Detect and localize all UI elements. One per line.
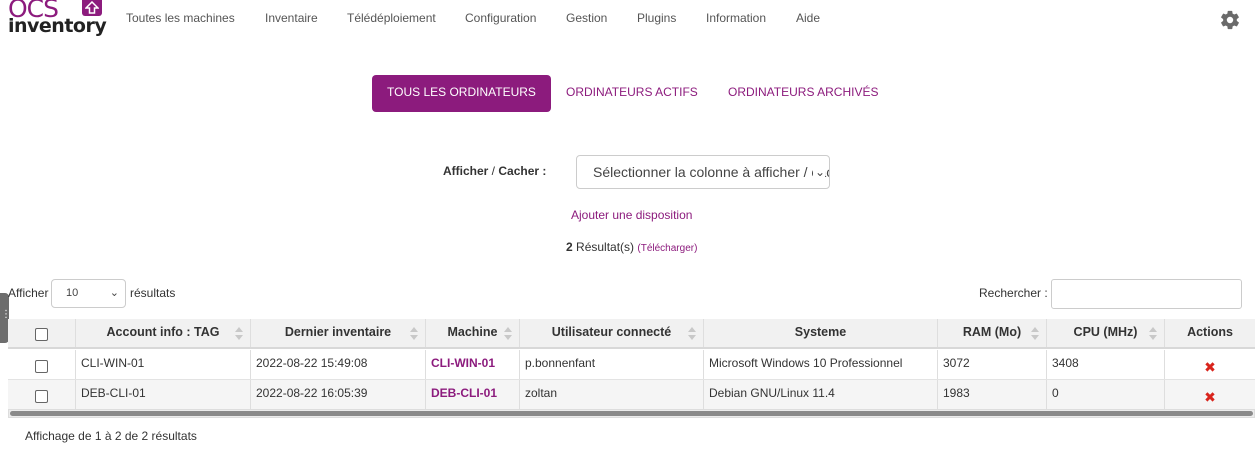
tab-ordinateurs-actifs[interactable]: ORDINATEURS ACTIFS [566,75,698,112]
header-machine[interactable]: Machine [426,319,520,347]
scrollbar-thumb[interactable] [10,411,1253,416]
logo-text-inventory: inventory [8,15,107,37]
nav-toutes-les-machines[interactable]: Toutes les machines [126,11,235,25]
nav-teledeploiement[interactable]: Télédéploiement [347,11,436,25]
cell-last-inventory: 2022-08-22 15:49:08 [251,350,426,379]
select-all-checkbox[interactable] [35,328,48,341]
column-chooser-select[interactable]: Sélectionner la colonne à afficher / cac… [576,155,830,189]
cell-machine: CLI-WIN-01 [426,350,520,379]
header-system[interactable]: Systeme [704,319,938,347]
header-cpu[interactable]: CPU (MHz) [1047,319,1165,347]
horizontal-scrollbar[interactable] [8,409,1255,418]
nav-gestion[interactable]: Gestion [566,11,607,25]
table-header-row: Account info : TAG Dernier inventaire Ma… [8,319,1255,349]
search-input[interactable] [1051,279,1242,309]
row-select-cell [8,380,76,409]
row-select-cell [8,350,76,379]
delete-icon[interactable]: ✖ [1204,384,1216,409]
cell-ram: 1983 [938,380,1047,409]
table-row: CLI-WIN-01 2022-08-22 15:49:08 CLI-WIN-0… [8,350,1255,380]
chevron-down-icon: ⌄ [109,287,119,299]
add-layout-link[interactable]: Ajouter une disposition [571,208,692,222]
row-checkbox[interactable] [35,390,48,403]
cell-tag: CLI-WIN-01 [76,350,251,379]
nav-configuration[interactable]: Configuration [465,11,536,25]
tab-tous-les-ordinateurs[interactable]: TOUS LES ORDINATEURS [372,75,551,112]
nav-information[interactable]: Information [706,11,766,25]
show-hide-label: Afficher / Cacher : [443,164,547,178]
header-account-tag[interactable]: Account info : TAG [76,319,251,347]
delete-icon[interactable]: ✖ [1204,354,1216,379]
length-prefix-label: Afficher [8,286,49,300]
sort-icon [1031,327,1039,340]
header-actions: Actions [1187,325,1233,339]
ocs-inventory-logo[interactable]: OCS inventory [7,0,107,38]
machine-link[interactable]: CLI-WIN-01 [431,356,495,370]
cell-user: zoltan [520,380,704,409]
gear-icon[interactable] [1219,9,1241,31]
page-length-select[interactable]: 10 ⌄ [51,279,126,308]
cell-user: p.bonnenfant [520,350,704,379]
sort-icon [688,327,696,340]
results-number: 2 [566,240,573,254]
results-count: 2 Résultat(s) (Télécharger) [566,240,697,254]
chevron-down-icon: ⌄ [812,156,825,188]
cell-system: Microsoft Windows 10 Professionnel [704,350,938,379]
cell-system: Debian GNU/Linux 11.4 [704,380,938,409]
upload-arrow-icon [82,0,102,16]
cell-cpu: 3408 [1047,350,1165,379]
sort-icon [1149,327,1157,340]
cell-actions: ✖ [1165,350,1255,379]
cell-tag: DEB-CLI-01 [76,380,251,409]
cell-actions: ✖ [1165,380,1255,409]
header-ram[interactable]: RAM (Mo) [938,319,1047,347]
nav-inventaire[interactable]: Inventaire [265,11,318,25]
tab-ordinateurs-archives[interactable]: ORDINATEURS ARCHIVÉS [728,75,878,112]
cell-machine: DEB-CLI-01 [426,380,520,409]
header-connected-user[interactable]: Utilisateur connecté [520,319,704,347]
cell-last-inventory: 2022-08-22 16:05:39 [251,380,426,409]
cell-cpu: 0 [1047,380,1165,409]
header-select-all [8,319,76,347]
row-checkbox[interactable] [35,360,48,373]
nav-aide[interactable]: Aide [796,11,820,25]
table-row: DEB-CLI-01 2022-08-22 16:05:39 DEB-CLI-0… [8,380,1255,409]
top-navbar: OCS inventory Toutes les machines Invent… [0,0,1255,40]
search-label: Rechercher : [979,286,1048,300]
page-length-value: 10 [66,287,79,299]
table-info: Affichage de 1 à 2 de 2 résultats [25,429,197,443]
results-label: Résultat(s) [576,240,635,254]
sort-icon [504,327,512,340]
nav-plugins[interactable]: Plugins [637,11,676,25]
cell-ram: 3072 [938,350,1047,379]
sort-icon [410,327,418,340]
machine-link[interactable]: DEB-CLI-01 [431,386,497,400]
sort-icon [235,327,243,340]
column-chooser-value: Sélectionner la colonne à afficher / cac… [593,164,830,180]
length-suffix-label: résultats [130,286,176,300]
header-last-inventory[interactable]: Dernier inventaire [251,319,426,347]
download-link[interactable]: (Télécharger) [637,243,697,254]
